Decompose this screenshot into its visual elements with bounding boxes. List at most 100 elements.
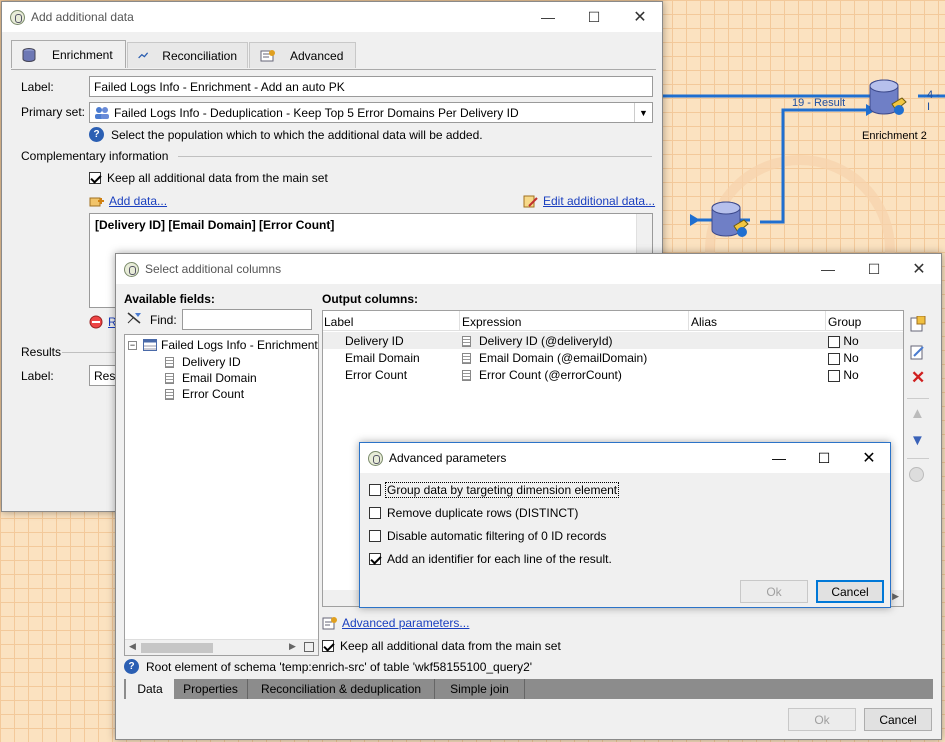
advanced-params-icon <box>322 617 337 630</box>
minimize-button[interactable]: — <box>805 254 851 284</box>
collapse-icon[interactable]: − <box>128 340 137 350</box>
maximize-button[interactable]: ☐ <box>571 2 617 32</box>
minimize-button[interactable]: — <box>756 443 802 473</box>
option-add-identifier[interactable]: Add an identifier for each line of the r… <box>369 552 612 566</box>
primary-set-select[interactable]: Failed Logs Info - Deduplication - Keep … <box>89 102 653 123</box>
fields-tree: − Failed Logs Info - Enrichment Delivery… <box>124 334 319 656</box>
advanced-params-link-wrap[interactable]: Advanced parameters... <box>322 616 469 630</box>
group-checkbox[interactable] <box>828 352 840 365</box>
refresh-icon <box>89 315 103 329</box>
close-button[interactable]: ✕ <box>896 254 942 284</box>
tab-label: Advanced <box>290 48 344 63</box>
tab-label: Simple join <box>450 682 509 696</box>
app-icon <box>368 450 383 466</box>
add-data-icon <box>89 197 104 206</box>
population-icon <box>95 107 109 119</box>
option-remove-duplicates[interactable]: Remove duplicate rows (DISTINCT) <box>369 506 578 520</box>
keep-all-checkbox[interactable] <box>89 172 101 184</box>
tree-item-delivery-id[interactable]: Delivery ID <box>165 355 241 369</box>
option-group-by-dimension[interactable]: Group data by targeting dimension elemen… <box>369 482 620 498</box>
dialog-title: Add additional data <box>31 10 134 24</box>
row-expression: Error Count (@errorCount) <box>479 368 622 382</box>
minimize-button[interactable]: — <box>525 2 571 32</box>
tree-item-error-count[interactable]: Error Count <box>165 387 244 401</box>
group-checkbox[interactable] <box>828 335 840 348</box>
partial-link-wrap[interactable]: R <box>89 315 117 329</box>
keep-all-label: Keep all additional data from the main s… <box>340 639 561 653</box>
add-data-link-wrap[interactable]: Add data... <box>89 194 167 208</box>
tab-reconciliation[interactable]: Reconciliation <box>127 42 248 68</box>
close-button[interactable]: ✕ <box>617 2 663 32</box>
row-group: No <box>843 351 859 365</box>
column-toolbar: ✕ ▲ ▼ <box>907 314 929 484</box>
tab-properties[interactable]: Properties <box>174 679 248 699</box>
data-summary: [Delivery ID] [Email Domain] [Error Coun… <box>95 218 335 232</box>
cancel-button[interactable]: Cancel <box>816 580 884 603</box>
find-label: Find: <box>150 313 177 327</box>
available-fields-heading: Available fields: <box>124 292 215 306</box>
add-column-icon[interactable] <box>910 316 926 332</box>
field-icon <box>165 373 174 385</box>
scroll-end-icon <box>304 642 314 652</box>
keep-all-checkbox[interactable] <box>322 640 334 652</box>
maximize-button[interactable]: ☐ <box>851 254 897 284</box>
row-expression: Email Domain (@emailDomain) <box>479 351 648 365</box>
edit-column-icon[interactable] <box>910 344 926 360</box>
option-label: Disable automatic filtering of 0 ID reco… <box>387 529 607 543</box>
col-header-expression[interactable]: Expression <box>462 315 521 329</box>
option-disable-zero-id-filter[interactable]: Disable automatic filtering of 0 ID reco… <box>369 529 606 543</box>
tree-hscrollbar[interactable]: ◀ ▶ <box>125 639 318 655</box>
tab-simple-join[interactable]: Simple join <box>435 679 525 699</box>
reconciliation-icon <box>138 51 149 58</box>
table-row[interactable]: Delivery ID Delivery ID (@deliveryId) No <box>323 332 903 349</box>
maximize-button[interactable]: ☐ <box>801 443 847 473</box>
enrichment-node-icon-2[interactable] <box>706 196 754 244</box>
workflow-link-label-2: 4 - I <box>927 89 940 113</box>
find-input[interactable] <box>182 309 312 330</box>
option-label: Add an identifier for each line of the r… <box>387 552 612 566</box>
cancel-button[interactable]: Cancel <box>864 708 932 731</box>
col-header-group[interactable]: Group <box>828 315 861 329</box>
col-header-alias[interactable]: Alias <box>691 315 717 329</box>
table-row[interactable]: Error Count Error Count (@errorCount) No <box>323 366 903 383</box>
tab-reconciliation-dedup[interactable]: Reconciliation & deduplication <box>248 679 435 699</box>
move-up-icon[interactable]: ▲ <box>910 405 925 422</box>
add-data-link[interactable]: Add data... <box>109 194 167 208</box>
row-label: Email Domain <box>345 351 420 365</box>
move-down-icon[interactable]: ▼ <box>910 432 925 449</box>
edit-data-link-wrap[interactable]: Edit additional data... <box>523 194 655 208</box>
table-header: Label Expression Alias Group <box>323 311 903 331</box>
dialog-title: Advanced parameters <box>389 451 507 465</box>
chevron-down-icon[interactable]: ▼ <box>634 103 652 122</box>
tree-item-email-domain[interactable]: Email Domain <box>165 371 257 385</box>
col-header-label[interactable]: Label <box>324 315 353 329</box>
delete-column-icon[interactable]: ✕ <box>911 368 925 388</box>
group-checkbox[interactable] <box>828 369 840 382</box>
tree-item-label: Error Count <box>182 387 245 401</box>
close-button[interactable]: ✕ <box>846 443 892 473</box>
option-checkbox[interactable] <box>369 484 381 496</box>
scroll-thumb[interactable] <box>141 643 213 653</box>
keep-all-option[interactable]: Keep all additional data from the main s… <box>322 639 561 653</box>
ok-button[interactable]: Ok <box>788 708 856 731</box>
primary-set-value: Failed Logs Info - Deduplication - Keep … <box>114 106 519 120</box>
keep-all-option[interactable]: Keep all additional data from the main s… <box>89 171 328 185</box>
label-field[interactable]: Failed Logs Info - Enrichment - Add an a… <box>89 76 653 97</box>
sort-icon[interactable] <box>909 467 924 482</box>
table-row[interactable]: Email Domain Email Domain (@emailDomain)… <box>323 349 903 366</box>
enrichment-node-icon[interactable] <box>864 76 910 122</box>
option-checkbox[interactable] <box>369 553 381 565</box>
edit-data-link[interactable]: Edit additional data... <box>543 194 655 208</box>
tab-advanced[interactable]: Advanced <box>249 42 356 68</box>
schema-help-text: Root element of schema 'temp:enrich-src'… <box>146 659 533 674</box>
tab-enrichment[interactable]: Enrichment <box>11 40 126 68</box>
ok-button[interactable]: Ok <box>740 580 808 603</box>
advanced-params-link[interactable]: Advanced parameters... <box>342 616 469 630</box>
option-checkbox[interactable] <box>369 530 381 542</box>
database-icon <box>22 47 36 62</box>
tab-data[interactable]: Data <box>126 679 174 699</box>
tree-root[interactable]: − Failed Logs Info - Enrichment <box>128 338 318 352</box>
tab-strip: Enrichment Reconciliation Advanced <box>11 40 656 70</box>
option-checkbox[interactable] <box>369 507 381 519</box>
help-icon: ? <box>89 127 104 142</box>
